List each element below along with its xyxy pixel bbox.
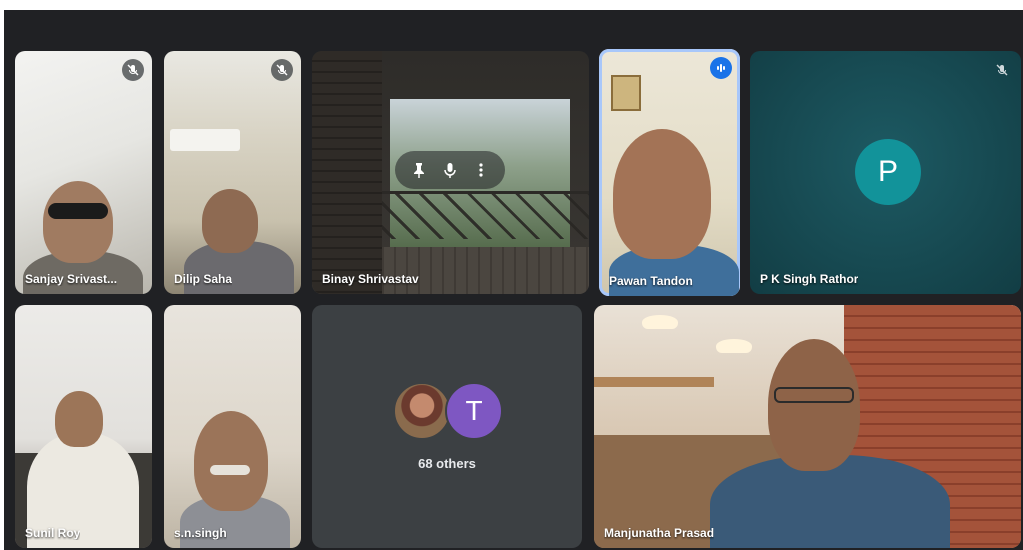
participant-tile-7[interactable]: s.n.singh — [164, 305, 301, 548]
sunglasses — [48, 203, 108, 219]
participant-tile-4[interactable]: Pawan Tandon — [599, 49, 740, 296]
participant-face — [55, 391, 103, 447]
window-top-edge — [0, 0, 1023, 10]
eyeglasses — [774, 387, 854, 403]
participant-tile-2[interactable]: Dilip Saha — [164, 51, 301, 294]
wooden-wall — [312, 51, 382, 294]
participant-name: s.n.singh — [174, 526, 227, 540]
wall-frame — [611, 75, 641, 111]
participant-tile-1[interactable]: Sanjay Srivast... — [15, 51, 152, 294]
more-options-icon[interactable] — [468, 157, 494, 183]
cafe-shelf — [594, 377, 714, 387]
tile-hover-controls — [395, 151, 505, 189]
participant-avatar: P — [855, 139, 921, 205]
participant-face — [613, 129, 711, 259]
mic-off-icon — [991, 59, 1013, 81]
others-avatar-photo — [393, 382, 451, 440]
speaking-indicator-icon — [710, 57, 732, 79]
others-avatars: T — [393, 382, 505, 442]
microphone-icon[interactable] — [437, 157, 463, 183]
participant-name: P K Singh Rathor — [760, 272, 859, 286]
participant-face — [194, 411, 268, 511]
participant-name: Manjunatha Prasad — [604, 526, 715, 540]
participant-tile-6[interactable]: Sunil Roy — [15, 305, 152, 548]
others-count-label: 68 others — [418, 456, 476, 471]
participant-face — [202, 189, 258, 253]
pendant-lamp — [642, 315, 678, 329]
mustache — [210, 465, 250, 475]
others-avatar-letter: T — [445, 382, 503, 440]
participant-name: Sanjay Srivast... — [25, 272, 118, 286]
participant-face — [768, 339, 860, 471]
mic-off-icon — [122, 59, 144, 81]
participant-name: Pawan Tandon — [609, 274, 693, 288]
pin-icon[interactable] — [406, 157, 432, 183]
air-conditioner — [170, 129, 240, 151]
participant-name: Sunil Roy — [25, 526, 81, 540]
mic-off-icon — [271, 59, 293, 81]
participant-name: Dilip Saha — [174, 272, 233, 286]
participant-face — [43, 181, 113, 263]
window-left-edge — [0, 0, 4, 550]
participant-tile-9[interactable]: Manjunatha Prasad — [594, 305, 1021, 548]
balcony-railing — [372, 191, 589, 239]
participant-name: Binay Shrivastav — [322, 272, 419, 286]
pendant-lamp — [716, 339, 752, 353]
